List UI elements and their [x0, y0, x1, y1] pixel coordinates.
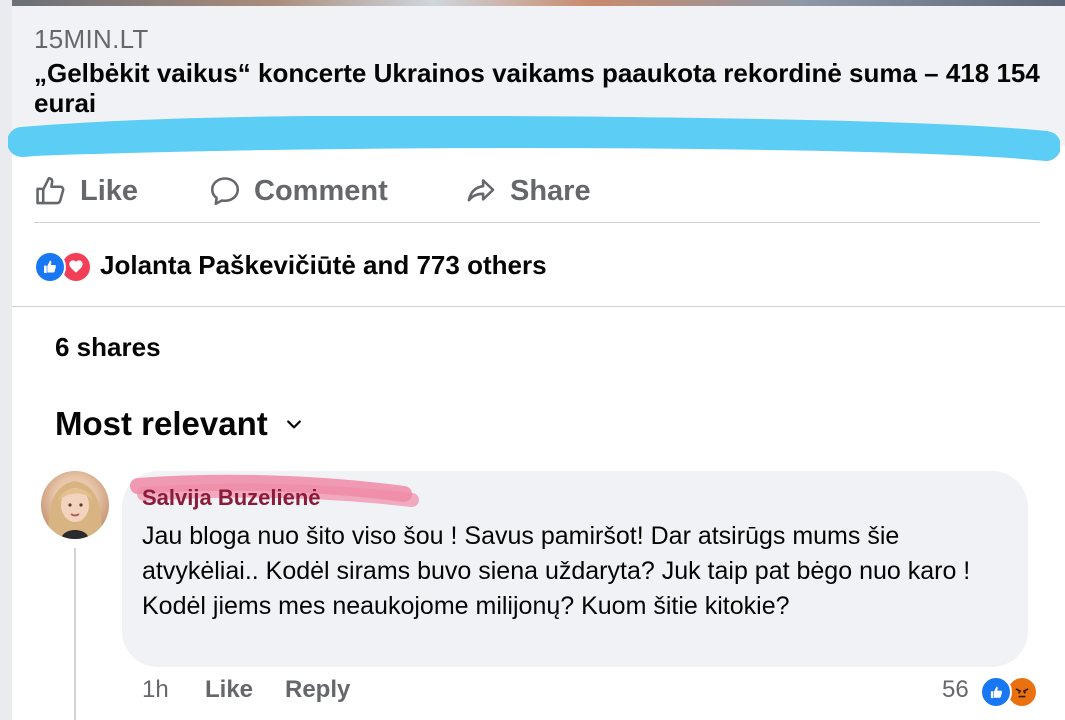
share-label: Share	[510, 174, 591, 207]
post-action-bar: Like Comment Share	[34, 164, 1040, 218]
comment-text: Jau bloga nuo šito viso šou ! Savus pami…	[142, 522, 971, 620]
comment-button[interactable]: Comment	[208, 164, 388, 218]
link-domain: 15MIN.LT	[34, 24, 149, 54]
share-arrow-icon	[467, 179, 495, 202]
comment-timestamp[interactable]: 1h	[142, 676, 169, 704]
like-label: Like	[80, 174, 139, 207]
action-divider	[34, 222, 1040, 223]
share-button[interactable]: Share	[464, 164, 591, 218]
section-divider	[12, 306, 1065, 307]
reaction-summary-text: Jolanta Paškevičiūtė and 773 others	[100, 249, 547, 280]
link-headline[interactable]: „Gelbėkit vaikus“ koncerte Ukrainos vaik…	[34, 58, 1044, 118]
comment-label: Comment	[254, 174, 388, 207]
shares-count[interactable]: 6 shares	[55, 332, 161, 363]
comment-author[interactable]: Salvija Buzelienė	[142, 485, 321, 511]
thumbs-up-icon	[36, 176, 65, 205]
thread-line	[74, 548, 76, 720]
comment-like-button[interactable]: Like	[205, 676, 253, 704]
like-icon	[980, 676, 1012, 708]
comment-reply-button[interactable]: Reply	[285, 676, 350, 704]
like-button[interactable]: Like	[34, 164, 138, 218]
sort-label: Most relevant	[55, 405, 268, 442]
avatar-photo	[48, 481, 102, 539]
reaction-summary[interactable]: Jolanta Paškevičiūtė and 773 others	[34, 244, 547, 286]
comment-bubble-icon	[210, 177, 240, 206]
comment-reaction-count[interactable]: 56	[942, 676, 969, 704]
comment-sort-dropdown[interactable]: Most relevant	[55, 405, 304, 443]
avatar[interactable]	[41, 471, 109, 539]
like-icon	[34, 251, 66, 283]
chevron-down-icon	[286, 420, 301, 429]
reaction-icons	[34, 249, 96, 283]
